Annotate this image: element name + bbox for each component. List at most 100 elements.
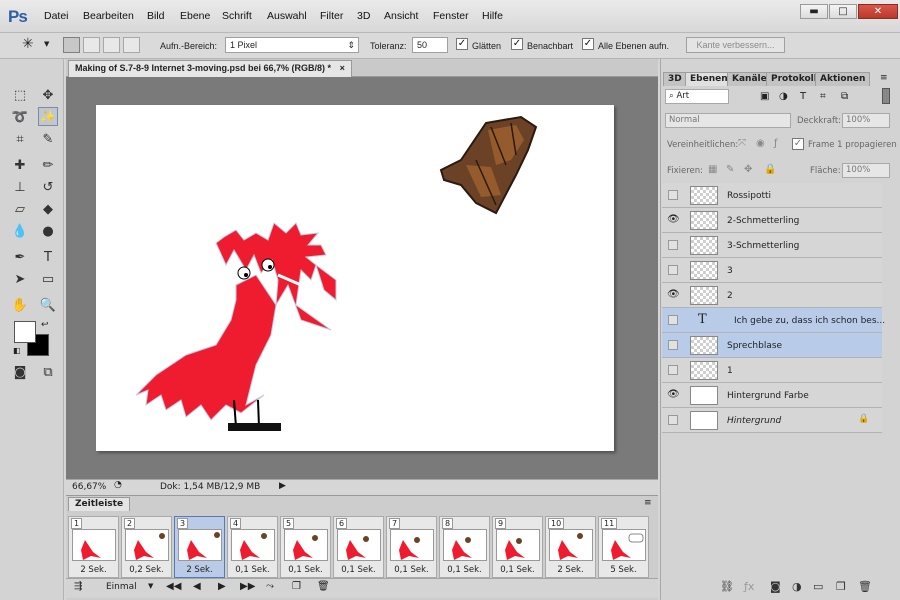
menu-ebene[interactable]: Ebene	[180, 10, 210, 22]
frame-duration[interactable]: 2 Sek.	[546, 565, 595, 575]
previous-frame-icon[interactable]: ◀	[193, 581, 201, 592]
lasso-tool-icon[interactable]: ➰	[10, 108, 30, 127]
lock-pixels-icon[interactable]: ✎	[726, 164, 734, 175]
lock-transparent-icon[interactable]: ▦	[708, 164, 717, 175]
filter-toggle[interactable]	[882, 88, 890, 104]
quick-mask-icon[interactable]: ◙	[10, 363, 30, 382]
tab-ebenen[interactable]: Ebenen	[685, 72, 733, 86]
frame-duration[interactable]: 0,1 Sek.	[334, 565, 383, 575]
menu-bearbeiten[interactable]: Bearbeiten	[83, 10, 134, 22]
intersect-selection-button[interactable]	[123, 37, 140, 53]
timeline-frame-7[interactable]: 7 0,1 Sek.	[386, 516, 437, 578]
pen-tool-icon[interactable]: ✒	[10, 248, 30, 267]
layer-text[interactable]: T Ich gebe zu, dass ich schon bes...	[662, 308, 885, 333]
type-tool-icon[interactable]: T	[38, 248, 58, 267]
contiguous-checkbox[interactable]: ✓	[511, 38, 523, 50]
clone-stamp-tool-icon[interactable]: ⊥	[10, 178, 30, 197]
tab-aktionen[interactable]: Aktionen	[815, 72, 871, 86]
magic-wand-tool-icon[interactable]: ✨	[38, 107, 58, 126]
menu-ansicht[interactable]: Ansicht	[384, 10, 418, 22]
screen-mode-icon[interactable]: ⧉	[38, 363, 58, 382]
hand-tool-icon[interactable]: ✋	[10, 296, 30, 315]
unify-style-icon[interactable]: ƒ	[774, 138, 778, 149]
timeline-frame-6[interactable]: 6 0,1 Sek.	[333, 516, 384, 578]
visibility-toggle[interactable]	[668, 190, 678, 200]
loop-select[interactable]: Einmal	[106, 582, 137, 592]
visibility-toggle[interactable]	[668, 365, 678, 375]
eyedropper-tool-icon[interactable]: ✎	[38, 130, 58, 149]
timeline-frame-10[interactable]: 10 2 Sek.	[545, 516, 596, 578]
antialias-checkbox[interactable]: ✓	[456, 38, 468, 50]
frame-duration[interactable]: 0,1 Sek.	[228, 565, 277, 575]
filter-adjustment-icon[interactable]: ◑	[779, 91, 788, 102]
minimize-button[interactable]: ▬	[800, 4, 828, 19]
duplicate-frame-icon[interactable]: ❐	[292, 581, 301, 592]
timeline-frame-3[interactable]: 3 2 Sek.	[174, 516, 225, 578]
menu-fenster[interactable]: Fenster	[433, 10, 469, 22]
new-layer-icon[interactable]: ❐	[836, 580, 846, 593]
timeline-frame-8[interactable]: 8 0,1 Sek.	[439, 516, 490, 578]
chevron-down-icon[interactable]: ▼	[44, 40, 49, 48]
blur-tool-icon[interactable]: 💧	[10, 222, 30, 241]
healing-brush-tool-icon[interactable]: ✚	[10, 156, 30, 175]
layer-hintergrund-farbe[interactable]: 👁 Hintergrund Farbe	[662, 383, 882, 408]
frame-duration[interactable]: 0,2 Sek.	[122, 565, 171, 575]
delete-frame-icon[interactable]: 🗑	[317, 581, 330, 592]
timeline-frame-11[interactable]: 11 5 Sek.	[598, 516, 649, 578]
loop-dropdown-icon[interactable]: ▼	[148, 582, 153, 590]
menu-bild[interactable]: Bild	[147, 10, 165, 22]
tab-protokoll[interactable]: Protokoll	[766, 72, 822, 86]
layer-sprechblase[interactable]: Sprechblase	[662, 333, 882, 358]
lock-position-icon[interactable]: ✥	[744, 164, 752, 175]
path-selection-tool-icon[interactable]: ➤	[10, 270, 30, 289]
crop-tool-icon[interactable]: ⌗	[10, 130, 30, 149]
magic-wand-preset-icon[interactable]: ✳	[22, 36, 34, 52]
close-document-icon[interactable]: ×	[340, 63, 345, 73]
canvas[interactable]	[96, 105, 614, 451]
paint-bucket-tool-icon[interactable]: ◆	[38, 200, 58, 219]
menu-hilfe[interactable]: Hilfe	[482, 10, 503, 22]
visibility-toggle[interactable]	[668, 340, 678, 350]
timeline-frame-2[interactable]: 2 0,2 Sek.	[121, 516, 172, 578]
first-frame-icon[interactable]: ◀◀	[166, 581, 181, 592]
sample-size-select[interactable]: 1 Pixel ⇕	[225, 37, 359, 53]
foreground-color-swatch[interactable]	[14, 321, 36, 343]
menu-filter[interactable]: Filter	[320, 10, 343, 22]
play-icon[interactable]: ▶	[218, 581, 226, 592]
visibility-toggle[interactable]	[668, 265, 678, 275]
zoom-tool-icon[interactable]: 🔍	[38, 296, 58, 315]
zoom-reset-icon[interactable]: ◔	[114, 480, 122, 490]
frame-duration[interactable]: 2 Sek.	[69, 565, 118, 575]
unify-position-icon[interactable]: ⤧	[738, 138, 746, 149]
timeline-frame-1[interactable]: 1 2 Sek.	[68, 516, 119, 578]
menu-schrift[interactable]: Schrift	[222, 10, 252, 22]
tween-icon[interactable]: ⤳	[266, 581, 274, 592]
dodge-tool-icon[interactable]: ●	[38, 222, 58, 241]
new-group-icon[interactable]: ▭	[813, 580, 823, 593]
timeline-frame-9[interactable]: 9 0,1 Sek.	[492, 516, 543, 578]
layer-2-schmetterling[interactable]: 👁 2-Schmetterling	[662, 208, 882, 233]
history-brush-tool-icon[interactable]: ↺	[38, 178, 58, 197]
layer-2[interactable]: 👁 2	[662, 283, 882, 308]
filter-type-icon[interactable]: T	[800, 91, 806, 102]
timeline-frame-5[interactable]: 5 0,1 Sek.	[280, 516, 331, 578]
unify-visibility-icon[interactable]: ◉	[756, 138, 765, 149]
blend-mode-select[interactable]: Normal	[665, 113, 791, 128]
layer-3[interactable]: 3	[662, 258, 882, 283]
rectangle-tool-icon[interactable]: ▭	[38, 270, 58, 289]
eye-icon[interactable]: 👁	[667, 214, 680, 226]
swap-colors-icon[interactable]: ↩	[41, 320, 49, 330]
refine-edge-button[interactable]: Kante verbessern...	[686, 37, 785, 53]
frame-duration[interactable]: 0,1 Sek.	[387, 565, 436, 575]
adjustment-layer-icon[interactable]: ◑	[792, 580, 802, 593]
timeline-convert-icon[interactable]: ⇶	[74, 581, 82, 592]
frame-duration[interactable]: 2 Sek.	[175, 565, 224, 575]
brush-tool-icon[interactable]: ✏	[38, 156, 58, 175]
maximize-button[interactable]: □	[829, 4, 857, 19]
link-layers-icon[interactable]: ⛓	[720, 580, 734, 593]
layer-style-icon[interactable]: ƒx	[744, 580, 754, 593]
frame-duration[interactable]: 0,1 Sek.	[440, 565, 489, 575]
layer-3-schmetterling[interactable]: 3-Schmetterling	[662, 233, 882, 258]
eye-icon[interactable]: 👁	[667, 389, 680, 401]
lock-all-icon[interactable]: 🔒	[764, 164, 776, 175]
